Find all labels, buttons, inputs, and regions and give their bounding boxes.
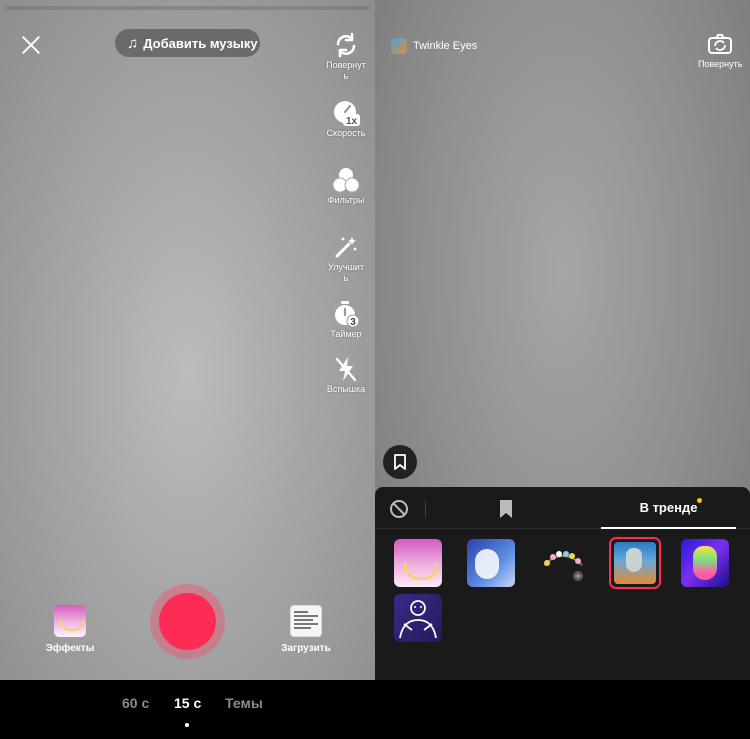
filters-label: Фильтры — [327, 195, 365, 205]
effects-tray: В тренде — [375, 487, 750, 680]
upload-label: Загрузить — [281, 643, 331, 654]
effect-flower-crown[interactable] — [539, 539, 587, 587]
add-music-button[interactable]: ♫ Добавить музыку — [115, 29, 260, 57]
effect-outline-figure[interactable] — [394, 594, 442, 642]
timer-icon: 3 — [323, 299, 369, 329]
record-button[interactable] — [150, 584, 225, 659]
active-effect-tag[interactable]: Twinkle Eyes — [391, 38, 477, 54]
mode-themes[interactable]: Темы — [225, 695, 263, 711]
effect-portrait-frame[interactable] — [467, 539, 515, 587]
active-effect-icon — [391, 38, 407, 54]
enhance-button[interactable]: Улучшить — [323, 232, 369, 299]
camera-screen-right: Twinkle Eyes Повернуть В тренде — [375, 0, 750, 680]
recording-progress-track — [5, 6, 370, 10]
mode-selector-bar: 60 с 15 с Темы — [0, 680, 750, 739]
flash-button[interactable]: Вспышка — [323, 354, 369, 422]
active-mode-indicator — [185, 723, 189, 727]
side-toolbar: Повернуть 1x Скорость Фильтры Улучшить 3… — [323, 30, 369, 422]
flower-crown-effect-icon — [543, 551, 583, 581]
speed-label: Скорость — [326, 128, 366, 138]
speed-icon: 1x — [323, 98, 369, 128]
effects-button[interactable]: Эффекты — [42, 605, 98, 654]
mode-15s-active[interactable]: 15 с — [174, 695, 201, 711]
upload-thumbnail-icon — [290, 605, 322, 637]
enhance-icon — [323, 232, 369, 262]
outline-figure-effect-icon — [399, 600, 437, 639]
timer-button[interactable]: 3 Таймер — [323, 299, 369, 354]
effects-tabs: В тренде — [375, 487, 750, 529]
mode-60s[interactable]: 60 с — [122, 695, 149, 711]
add-music-label: Добавить музыку — [143, 35, 258, 51]
flash-label: Вспышка — [326, 384, 366, 394]
new-dot-badge — [697, 498, 702, 503]
flip-camera-icon — [698, 32, 742, 58]
record-button-core — [159, 593, 216, 650]
upload-button[interactable]: Загрузить — [277, 605, 335, 654]
tab-saved[interactable] — [498, 499, 514, 519]
enhance-label: Улучшить — [328, 262, 364, 283]
filters-icon — [323, 165, 369, 195]
speed-badge: 1x — [346, 116, 358, 127]
no-effect-icon — [390, 500, 408, 518]
rotate-icon — [323, 30, 369, 60]
close-button[interactable] — [18, 32, 44, 58]
flip-camera-button[interactable]: Повернуть — [698, 32, 742, 70]
tab-no-effect[interactable] — [389, 499, 409, 519]
effects-label: Эффекты — [45, 643, 95, 654]
filters-button[interactable]: Фильтры — [323, 165, 369, 232]
rotate-label: Повернуть — [326, 60, 366, 81]
effects-thumbnail-icon — [54, 605, 86, 637]
flash-off-icon — [323, 354, 369, 384]
effect-twinkle-eyes-selected[interactable] — [609, 537, 661, 589]
speed-button[interactable]: 1x Скорость — [323, 98, 369, 165]
rotate-camera-button[interactable]: Повернуть — [323, 30, 369, 98]
twinkle-eyes-effect-icon — [614, 542, 656, 584]
effect-neon-mask[interactable] — [681, 539, 729, 587]
bookmark-effect-button[interactable] — [383, 445, 417, 479]
camera-screen-left: ♫ Добавить музыку Повернуть 1x Скорость … — [0, 0, 375, 680]
flip-camera-label: Повернуть — [698, 59, 743, 69]
bookmark-icon — [394, 454, 406, 470]
active-effect-name: Twinkle Eyes — [413, 40, 478, 52]
effect-necklace[interactable] — [394, 539, 442, 587]
timer-badge: 3 — [350, 317, 356, 328]
tab-divider — [425, 501, 426, 517]
saved-bookmark-icon — [500, 500, 512, 518]
music-note-icon: ♫ — [127, 34, 139, 52]
tab-trending[interactable]: В тренде — [601, 487, 736, 529]
timer-label: Таймер — [330, 329, 362, 339]
